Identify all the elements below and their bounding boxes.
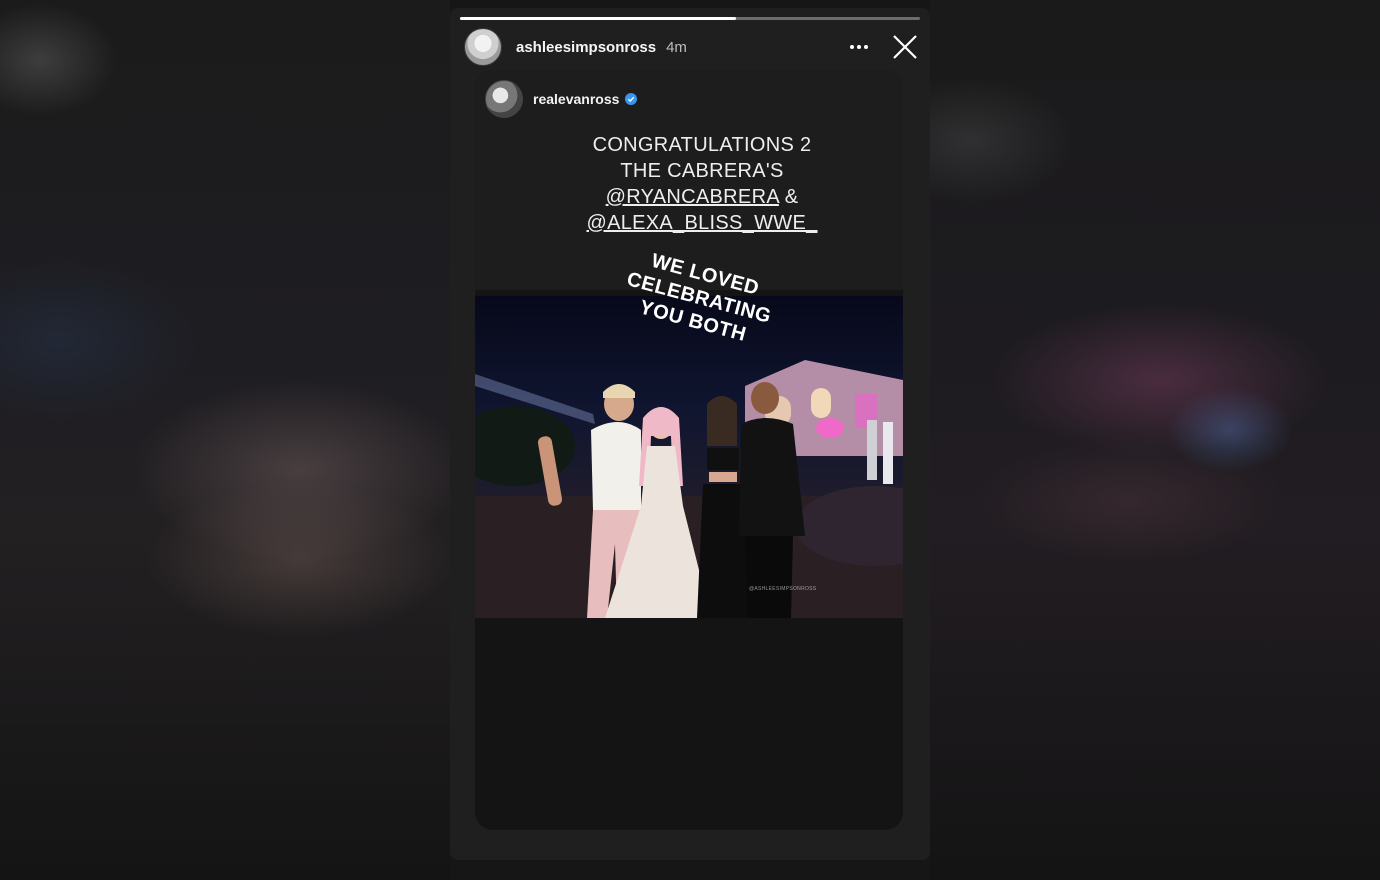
photo-watermark: @ASHLEESIMPSONROSS bbox=[749, 586, 817, 592]
close-icon bbox=[893, 35, 917, 59]
caption-text: CONGRATULATIONS 2 bbox=[592, 134, 812, 156]
caption-text: & bbox=[778, 186, 799, 208]
story-progress-fill bbox=[460, 17, 736, 20]
mention-link[interactable]: @ALEXA_BLISS_WWE_ bbox=[586, 212, 817, 234]
shared-post-card[interactable]: realevanross CONGRATULATIONS 2 THE CABRER… bbox=[475, 70, 903, 830]
more-dot bbox=[864, 45, 868, 49]
post-avatar[interactable] bbox=[485, 80, 523, 118]
post-header: realevanross bbox=[485, 80, 638, 118]
caption-line: @RYANCABRERA & bbox=[565, 184, 839, 210]
blurred-background-left bbox=[0, 0, 450, 880]
caption-line: THE CABRERA'S bbox=[565, 158, 839, 184]
story-username[interactable]: ashleesimpsonross bbox=[516, 39, 656, 56]
story-timestamp: 4m bbox=[666, 38, 687, 56]
mention-link[interactable]: @RYANCABRERA bbox=[606, 186, 779, 208]
close-button[interactable] bbox=[892, 34, 918, 60]
avatar[interactable] bbox=[464, 28, 502, 66]
caption-line: CONGRATULATIONS 2 bbox=[565, 132, 839, 158]
caption-line: @ALEXA_BLISS_WWE_ bbox=[565, 210, 839, 236]
more-horizontal-icon bbox=[850, 45, 854, 49]
post-photo: @ASHLEESIMPSONROSS bbox=[475, 296, 903, 618]
story-progress-bar bbox=[460, 17, 920, 20]
caption-text: THE CABRERA'S bbox=[620, 160, 784, 182]
post-caption: CONGRATULATIONS 2 THE CABRERA'S @RYANCABRE… bbox=[565, 132, 839, 236]
post-username[interactable]: realevanross bbox=[533, 91, 619, 107]
more-dot bbox=[857, 45, 861, 49]
verified-badge-icon bbox=[625, 93, 638, 105]
story-header: ashleesimpsonross 4m bbox=[464, 28, 920, 66]
more-options-button[interactable] bbox=[846, 34, 872, 60]
story-viewer: ashleesimpsonross 4m realevanross CONGRA… bbox=[450, 8, 930, 860]
party-photo-illustration bbox=[475, 360, 903, 618]
blurred-background-right bbox=[930, 0, 1380, 880]
